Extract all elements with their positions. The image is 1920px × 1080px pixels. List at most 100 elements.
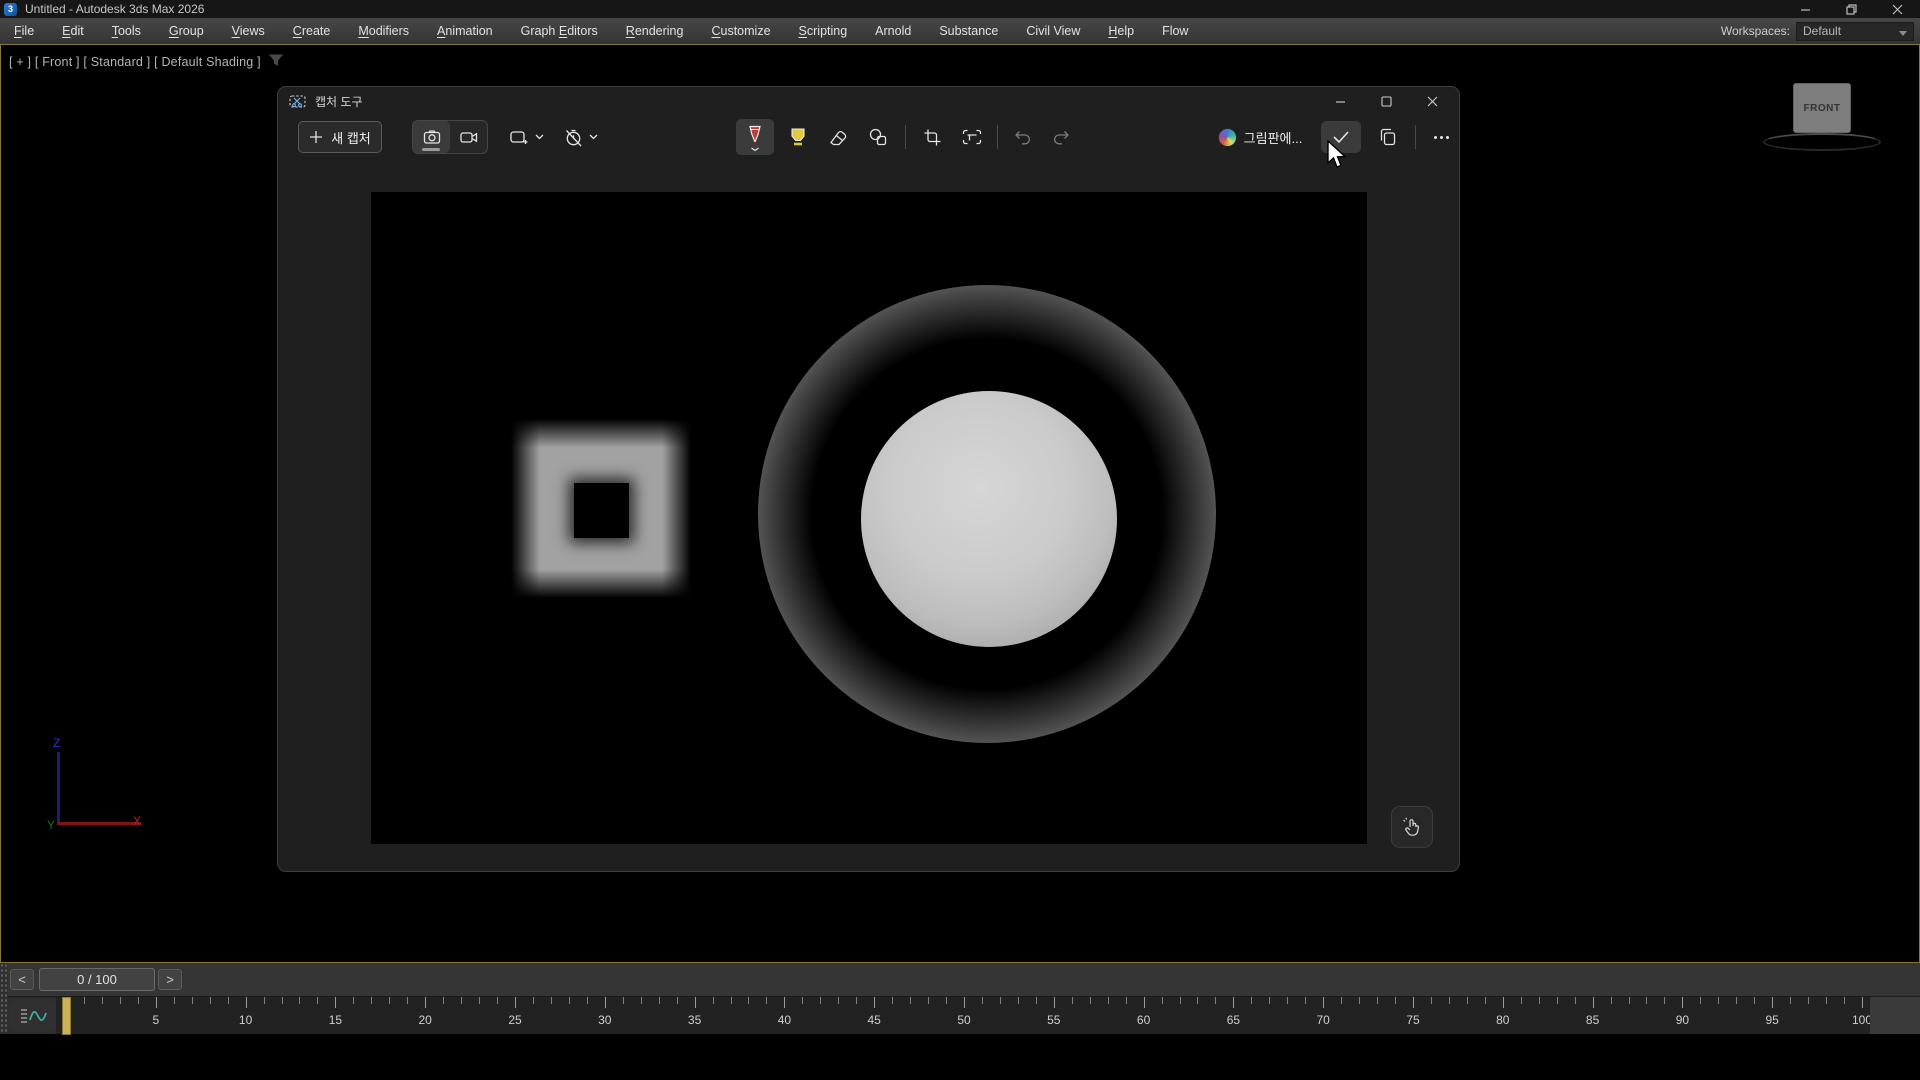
chevron-down-icon [535, 134, 544, 140]
menu-item-create[interactable]: Create [279, 18, 345, 44]
redo-button[interactable] [1044, 123, 1078, 151]
ruler-tick [1305, 997, 1306, 1004]
touch-writing-button[interactable] [1391, 806, 1433, 848]
copy-button[interactable] [1369, 123, 1407, 151]
capture-shape-dropdown[interactable] [503, 123, 549, 151]
menu-item-substance[interactable]: Substance [925, 18, 1012, 44]
timeline-ruler[interactable]: 0510152025303540455055606570758085909510… [56, 997, 1870, 1035]
screen: 3 Untitled - Autodesk 3ds Max 2026 FileE… [0, 0, 1920, 1080]
ruler-tick [1646, 997, 1647, 1004]
menu-item-civil-view[interactable]: Civil View [1012, 18, 1094, 44]
text-actions-button[interactable] [955, 123, 989, 151]
ruler-tick [425, 997, 426, 1008]
menu-item-customize[interactable]: Customize [697, 18, 784, 44]
ruler-tick [623, 997, 624, 1004]
viewcube-front-face[interactable]: FRONT [1793, 83, 1851, 133]
ruler-tick [299, 997, 300, 1004]
ballpoint-pen-tool-button[interactable] [736, 119, 774, 155]
ruler-tick [820, 997, 821, 1004]
menu-item-help[interactable]: Help [1094, 18, 1148, 44]
snipping-tool-icon [289, 94, 306, 109]
ruler-tick [1395, 997, 1396, 1004]
time-slider-marker[interactable] [62, 997, 71, 1035]
see-more-button[interactable] [1424, 123, 1458, 151]
highlighter-icon [787, 126, 809, 148]
menubar: FileEditToolsGroupViewsCreateModifiersAn… [0, 18, 1920, 44]
menu-item-views[interactable]: Views [218, 18, 279, 44]
ruler-tick [1503, 997, 1504, 1008]
eraser-tool-button[interactable] [821, 123, 855, 151]
mini-curve-editor-button[interactable] [9, 1001, 56, 1031]
workspaces-control: Workspaces: Default [1721, 18, 1914, 44]
highlighter-tool-button[interactable] [781, 123, 815, 151]
ruler-tick [1251, 997, 1252, 1004]
restore-button[interactable] [1828, 0, 1874, 18]
ruler-tick [102, 997, 103, 1004]
ruler-tick [1197, 997, 1198, 1004]
menu-item-graph-editors[interactable]: Graph Editors [507, 18, 612, 44]
max-titlebar: 3 Untitled - Autodesk 3ds Max 2026 [0, 0, 1920, 18]
ruler-tick [84, 997, 85, 1004]
rectangle-mode-icon [509, 127, 530, 147]
menu-item-edit[interactable]: Edit [48, 18, 98, 44]
ruler-tick-label: 70 [1317, 1013, 1330, 1027]
ruler-tick [138, 997, 139, 1004]
ruler-tick [174, 997, 175, 1004]
workspaces-dropdown[interactable]: Default [1796, 22, 1914, 41]
edit-in-paint-button[interactable]: 그림판에... [1206, 121, 1314, 153]
ruler-tick [1090, 997, 1091, 1004]
video-record-mode-button[interactable] [450, 121, 487, 153]
close-button[interactable] [1874, 0, 1920, 18]
time-slider-frame-display[interactable]: 0 / 100 [39, 968, 155, 991]
resize-grip[interactable] [0, 963, 8, 1034]
viewport-label[interactable]: [ + ] [ Front ] [ Standard ] [ Default S… [9, 55, 261, 69]
minimize-button[interactable] [1782, 0, 1828, 18]
ruler-tick [1467, 997, 1468, 1004]
ruler-tick [659, 997, 660, 1004]
menu-item-arnold[interactable]: Arnold [861, 18, 925, 44]
ruler-tick [1736, 997, 1737, 1004]
previous-frame-button[interactable]: < [10, 969, 34, 990]
bottom-strip [0, 1034, 1920, 1080]
new-capture-button[interactable]: 새 캡처 [298, 121, 382, 153]
trackbar-row: < 0 / 100 > [0, 963, 1920, 996]
ruler-tick [443, 997, 444, 1004]
menu-item-flow[interactable]: Flow [1148, 18, 1202, 44]
ruler-tick [731, 997, 732, 1004]
menu-item-modifiers[interactable]: Modifiers [344, 18, 423, 44]
menu-item-scripting[interactable]: Scripting [785, 18, 862, 44]
next-frame-button[interactable]: > [158, 969, 182, 990]
ruler-tick [1611, 997, 1612, 1004]
crop-tool-button[interactable] [915, 123, 949, 151]
chevron-down-icon [589, 134, 598, 140]
new-capture-label: 새 캡처 [331, 128, 371, 147]
menu-item-animation[interactable]: Animation [423, 18, 507, 44]
ruler-tick [1682, 997, 1683, 1008]
timer-dropdown[interactable] [555, 123, 605, 151]
ruler-tick [1269, 997, 1270, 1004]
ruler-tick-label: 35 [688, 1013, 701, 1027]
render-square-torus [511, 419, 691, 598]
ruler-tick [1287, 997, 1288, 1004]
ruler-tick [407, 997, 408, 1004]
snipping-tool-window: 캡처 도구 새 캡처 [277, 86, 1460, 872]
menu-item-file[interactable]: File [0, 18, 48, 44]
ruler-tick-label: 65 [1227, 1013, 1240, 1027]
filter-funnel-icon[interactable] [269, 53, 283, 71]
ruler-tick [533, 997, 534, 1004]
ruler-tick [1539, 997, 1540, 1004]
undo-button[interactable] [1006, 123, 1040, 151]
ruler-tick [1413, 997, 1414, 1008]
screenshot-mode-button[interactable] [413, 121, 450, 153]
shapes-tool-button[interactable] [861, 123, 895, 151]
menu-item-tools[interactable]: Tools [98, 18, 155, 44]
curve-editor-icon [18, 1006, 48, 1026]
menu-item-group[interactable]: Group [155, 18, 218, 44]
ruler-tick [910, 997, 911, 1004]
crop-icon [922, 127, 943, 148]
viewcube[interactable]: FRONT [1763, 81, 1883, 181]
ellipsis-icon [1434, 136, 1437, 139]
edit-in-paint-label: 그림판에... [1244, 128, 1303, 147]
menu-item-rendering[interactable]: Rendering [612, 18, 698, 44]
ruler-tick [587, 997, 588, 1004]
